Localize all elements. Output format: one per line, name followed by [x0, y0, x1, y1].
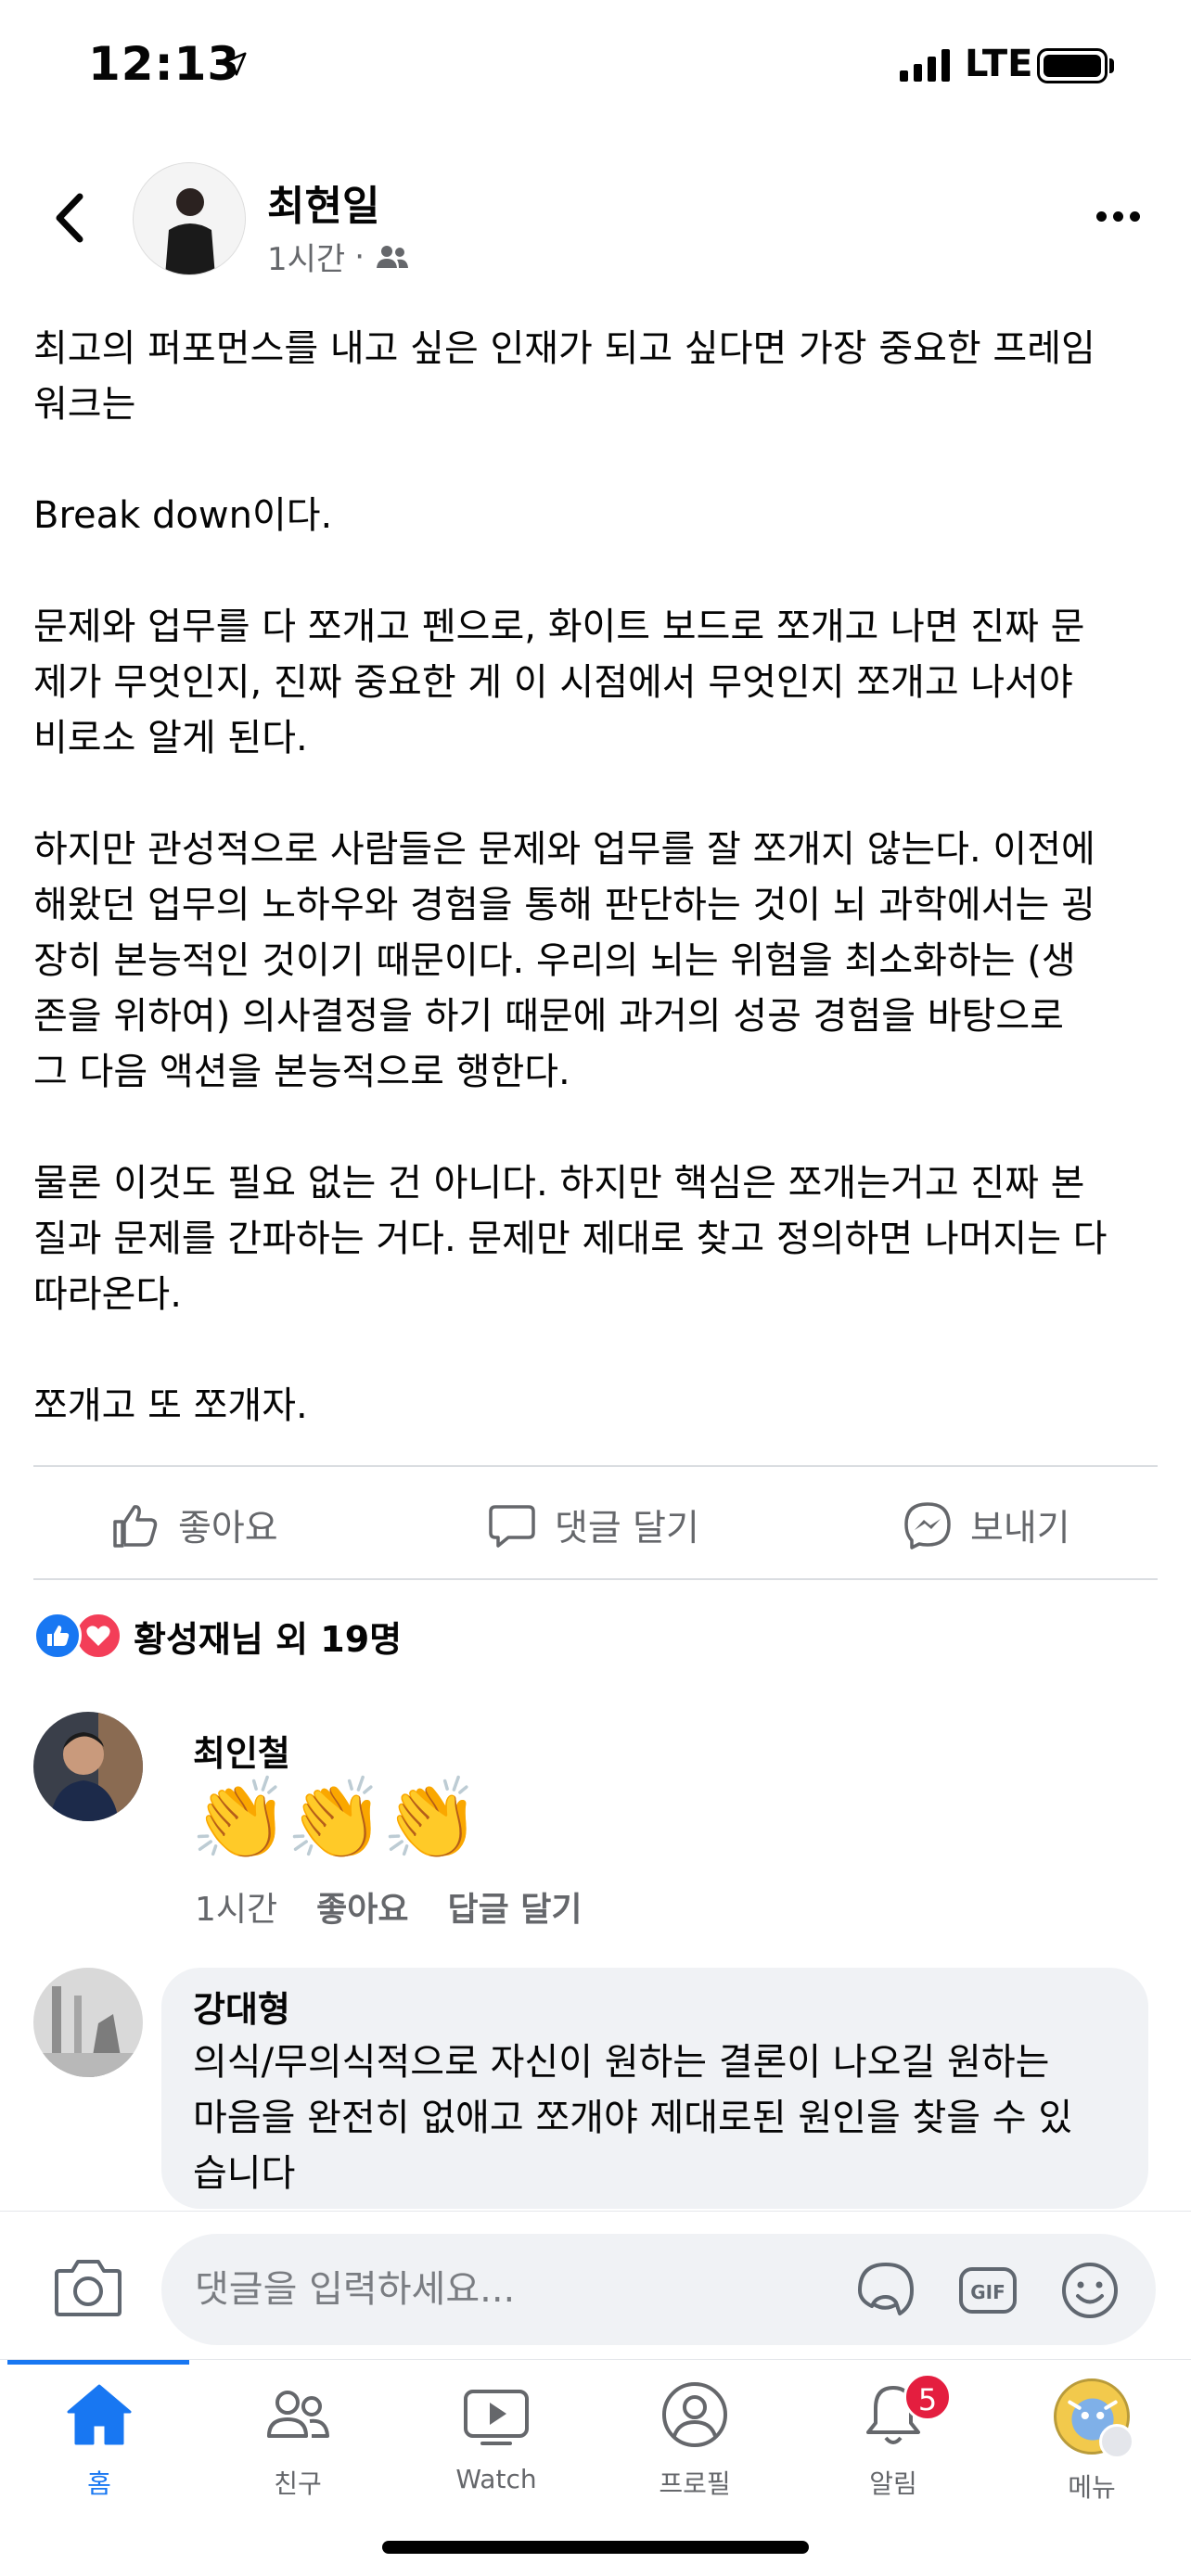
comment-text: 의식/무의식적으로 자신이 원하는 결론이 나오길 원하는 마음을 완전히 없애… [193, 2041, 1073, 2195]
cell-signal-icon [900, 48, 950, 82]
post-time[interactable]: 1시간 [267, 234, 345, 279]
battery-cap [1109, 58, 1114, 73]
messenger-icon [904, 1502, 951, 1549]
profile-icon [662, 2382, 727, 2447]
comment-like-button[interactable]: 좋아요 [316, 1882, 408, 1931]
reactions-text: 황성재님 외 19명 [134, 1618, 403, 1660]
status-bar: 12:13 LTE [0, 0, 1191, 130]
active-tab-indicator [7, 2360, 189, 2365]
comment-bubble[interactable]: 강대형 의식/무의식적으로 자신이 원하는 결론이 나오길 원하는 마음을 완전… [161, 1968, 1148, 2209]
commenter-avatar[interactable] [33, 1968, 143, 2077]
post-body: 최고의 퍼포먼스를 내고 싶은 인재가 되고 싶다면 가장 중요한 프레임 워크… [33, 321, 1160, 1434]
comment-label: 댓글 달기 [555, 1508, 699, 1549]
comment-meta: 1시간 좋아요 답글 달기 [195, 1882, 583, 1931]
back-button[interactable] [46, 185, 93, 250]
friends-icon [267, 2391, 329, 2438]
comment-reply-button[interactable]: 답글 달기 [448, 1882, 583, 1931]
send-label: 보내기 [970, 1508, 1070, 1549]
tab-profile[interactable]: 프로필 [596, 2378, 794, 2508]
gif-icon[interactable]: GIF [957, 2260, 1018, 2321]
author-avatar[interactable] [133, 162, 246, 275]
menu-mini-icon [1099, 2424, 1134, 2459]
friends-audience-icon [377, 245, 409, 268]
send-button[interactable]: 보내기 [902, 1484, 1070, 1567]
divider [33, 1465, 1158, 1467]
post-paragraph: 하지만 관성적으로 사람들은 문제와 업무를 잘 쪼개지 않는다. 이전에 해왔… [33, 828, 1095, 1093]
like-button[interactable]: 좋아요 [109, 1484, 278, 1567]
author-name[interactable]: 최현일 [267, 172, 379, 232]
home-icon [67, 2384, 132, 2445]
network-type: LTE [965, 43, 1033, 85]
comment-button[interactable]: 댓글 달기 [486, 1484, 699, 1567]
home-indicator [382, 2541, 809, 2554]
post-paragraph: 최고의 퍼포먼스를 내고 싶은 인재가 되고 싶다면 가장 중요한 프레임 워크… [33, 327, 1095, 426]
post-paragraph: Break down이다. [33, 494, 333, 537]
tab-home[interactable]: 홈 [0, 2378, 198, 2508]
commenter-name[interactable]: 최인철 [193, 1725, 290, 1776]
comment-bubble-icon [489, 1505, 535, 1548]
author-photo [134, 163, 245, 274]
camera-icon[interactable] [54, 2256, 122, 2317]
tab-label: 홈 [87, 2468, 111, 2499]
tab-label: 메뉴 [1068, 2472, 1116, 2503]
tab-notifications[interactable]: 5 알림 [794, 2373, 992, 2508]
comment-input-box[interactable]: GIF [161, 2234, 1156, 2345]
tab-label: 친구 [274, 2468, 322, 2499]
status-time: 12:13 [88, 37, 241, 91]
menu-avatar-icon [1054, 2378, 1134, 2459]
thumbs-up-icon [113, 1505, 158, 1548]
svg-text:GIF: GIF [970, 2281, 1005, 2303]
meta-separator: · [354, 237, 365, 275]
tab-label: 알림 [869, 2468, 917, 2499]
like-label: 좋아요 [178, 1508, 278, 1549]
post-action-bar: 좋아요 댓글 달기 보내기 [0, 1484, 1191, 1567]
tab-watch[interactable]: Watch [397, 2378, 596, 2508]
post-paragraph: 물론 이것도 필요 없는 건 아니다. 하지만 핵심은 쪼개는거고 진짜 본 질… [33, 1162, 1108, 1316]
tab-friends[interactable]: 친구 [198, 2378, 397, 2508]
notification-badge: 5 [903, 2373, 952, 2421]
commenter-avatar[interactable] [33, 1712, 143, 1821]
comment-input[interactable] [195, 2234, 788, 2345]
post-paragraph: 쪼개고 또 쪼개자. [33, 1384, 308, 1427]
emoji-icon[interactable] [1059, 2260, 1121, 2321]
watch-icon [464, 2390, 529, 2445]
comment-composer: GIF [0, 2211, 1191, 2359]
battery-icon [1037, 48, 1108, 83]
commenter-photo [33, 1712, 143, 1821]
tab-label: 프로필 [659, 2468, 731, 2499]
commenter-photo [33, 1968, 143, 2077]
sticker-icon[interactable] [855, 2260, 916, 2321]
location-arrow-icon [223, 52, 247, 76]
comment-emoji: 👏👏👏 [190, 1773, 480, 1866]
commenter-name[interactable]: 강대형 [193, 1984, 1117, 2034]
tab-label: Watch [455, 2464, 537, 2494]
like-reaction-icon [33, 1612, 82, 1660]
post-paragraph: 문제와 업무를 다 쪼개고 펜으로, 화이트 보드로 쪼개고 나면 진짜 문 제… [33, 606, 1085, 759]
tab-menu[interactable]: 메뉴 [992, 2378, 1191, 2508]
more-options-button[interactable] [1096, 211, 1140, 222]
comment-time: 1시간 [195, 1891, 278, 1929]
reactions-summary[interactable]: 황성재님 외 19명 [33, 1610, 402, 1662]
divider [33, 1578, 1158, 1580]
post-meta: 1시간 · [267, 234, 411, 279]
